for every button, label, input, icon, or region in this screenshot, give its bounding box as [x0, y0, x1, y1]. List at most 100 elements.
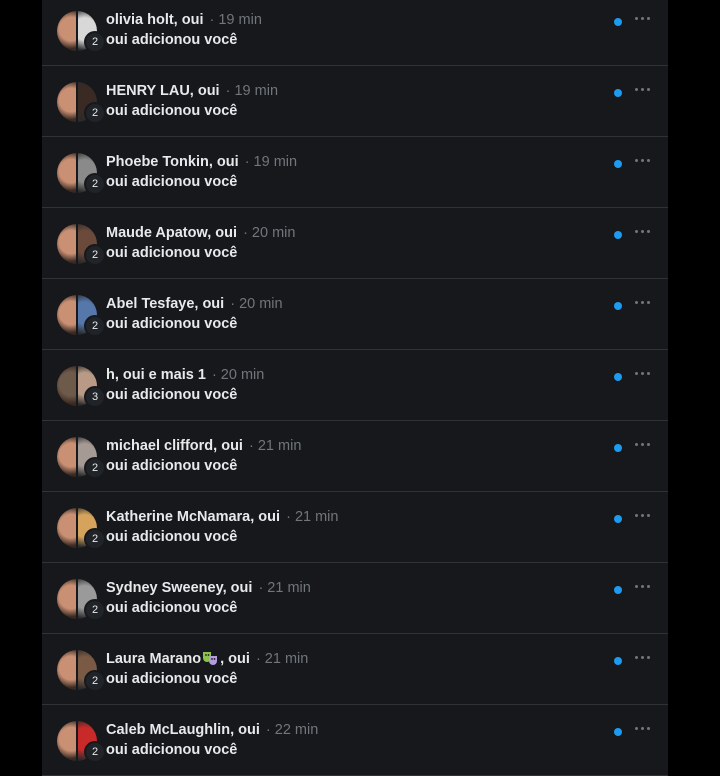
- group-name[interactable]: Katherine McNamara, oui: [106, 509, 280, 525]
- notification-row[interactable]: 2 Laura Marano , oui · 21 min oui adicion…: [42, 634, 668, 705]
- avatar-left: [57, 508, 77, 548]
- avatar-divider: [76, 82, 78, 122]
- unread-dot-icon: [614, 728, 622, 736]
- group-name[interactable]: HENRY LAU, oui: [106, 83, 220, 99]
- avatar-divider: [76, 366, 78, 406]
- notification-row[interactable]: 3 h, oui e mais 1 · 20 min oui adicionou…: [42, 350, 668, 421]
- notification-message: oui adicionou você: [106, 316, 238, 332]
- notification-message: oui adicionou você: [106, 32, 238, 48]
- member-count-badge: 2: [84, 457, 106, 479]
- avatar-left: [57, 366, 77, 406]
- avatar-left: [57, 153, 77, 193]
- group-name[interactable]: h, oui e mais 1: [106, 367, 206, 383]
- unread-dot-icon: [614, 657, 622, 665]
- more-horizontal-icon[interactable]: [632, 435, 654, 453]
- unread-dot-icon: [614, 515, 622, 523]
- notification-title: michael clifford, oui · 21 min: [106, 438, 301, 454]
- notification-title: Maude Apatow, oui · 20 min: [106, 225, 295, 241]
- unread-dot-icon: [614, 444, 622, 452]
- notification-message: oui adicionou você: [106, 671, 238, 687]
- group-name-part: Laura Marano: [106, 651, 202, 667]
- notification-message: oui adicionou você: [106, 174, 238, 190]
- timestamp: · 22 min: [265, 722, 319, 738]
- theater-masks-emoji: [203, 652, 218, 665]
- timestamp: · 20 min: [211, 367, 265, 383]
- notification-row[interactable]: 2 Katherine McNamara, oui · 21 min oui a…: [42, 492, 668, 563]
- group-name[interactable]: Maude Apatow, oui: [106, 225, 237, 241]
- notification-title: Phoebe Tonkin, oui · 19 min: [106, 154, 297, 170]
- group-name[interactable]: Caleb McLaughlin, oui: [106, 722, 260, 738]
- more-horizontal-icon[interactable]: [632, 293, 654, 311]
- more-horizontal-icon[interactable]: [632, 222, 654, 240]
- avatar-left: [57, 650, 77, 690]
- avatar-left: [57, 437, 77, 477]
- member-count-badge: 2: [84, 670, 106, 692]
- timestamp: · 20 min: [243, 225, 296, 241]
- avatar-divider: [76, 650, 78, 690]
- timestamp: · 21 min: [255, 651, 309, 667]
- member-count-badge: 2: [84, 244, 106, 266]
- avatar-divider: [76, 579, 78, 619]
- member-count-badge: 2: [84, 102, 106, 124]
- timestamp: · 21 min: [249, 438, 302, 454]
- group-name[interactable]: Sydney Sweeney, oui: [106, 580, 252, 596]
- notification-row[interactable]: 2 Caleb McLaughlin, oui · 22 min oui adi…: [42, 705, 668, 776]
- notification-message: oui adicionou você: [106, 458, 238, 474]
- more-horizontal-icon[interactable]: [632, 506, 654, 524]
- notification-row[interactable]: 2 Abel Tesfaye, oui · 20 min oui adicion…: [42, 279, 668, 350]
- unread-dot-icon: [614, 18, 622, 26]
- unread-dot-icon: [614, 373, 622, 381]
- avatar-divider: [76, 224, 78, 264]
- unread-dot-icon: [614, 586, 622, 594]
- group-name[interactable]: Phoebe Tonkin, oui: [106, 154, 239, 170]
- timestamp: · 20 min: [230, 296, 283, 312]
- notification-row[interactable]: 2 Sydney Sweeney, oui · 21 min oui adici…: [42, 563, 668, 634]
- avatar-divider: [76, 721, 78, 761]
- timestamp: · 19 min: [225, 83, 279, 99]
- more-horizontal-icon[interactable]: [632, 80, 654, 98]
- notification-title: Katherine McNamara, oui · 21 min: [106, 509, 338, 525]
- timestamp: · 21 min: [286, 509, 339, 525]
- notification-row[interactable]: 2 Phoebe Tonkin, oui · 19 min oui adicio…: [42, 137, 668, 208]
- group-name-part: , oui: [220, 651, 250, 667]
- notification-title: h, oui e mais 1 · 20 min: [106, 367, 264, 383]
- notification-title: Sydney Sweeney, oui · 21 min: [106, 580, 311, 596]
- group-name[interactable]: olivia holt, oui: [106, 12, 203, 28]
- unread-dot-icon: [614, 89, 622, 97]
- unread-dot-icon: [614, 302, 622, 310]
- avatar-left: [57, 295, 77, 335]
- avatar-left: [57, 721, 77, 761]
- group-name[interactable]: Laura Marano , oui: [106, 651, 250, 667]
- avatar-left: [57, 579, 77, 619]
- member-count-badge: 2: [84, 599, 106, 621]
- unread-dot-icon: [614, 160, 622, 168]
- notification-row[interactable]: 2 HENRY LAU, oui · 19 min oui adicionou …: [42, 66, 668, 137]
- more-horizontal-icon[interactable]: [632, 719, 654, 737]
- notification-title: Laura Marano , oui · 21 min: [106, 651, 308, 667]
- timestamp: · 19 min: [209, 12, 262, 28]
- more-horizontal-icon[interactable]: [632, 648, 654, 666]
- notification-row[interactable]: 2 olivia holt, oui · 19 min oui adiciono…: [42, 0, 668, 66]
- member-count-badge: 2: [84, 31, 106, 53]
- more-horizontal-icon[interactable]: [632, 151, 654, 169]
- more-horizontal-icon[interactable]: [632, 577, 654, 595]
- notification-title: Abel Tesfaye, oui · 20 min: [106, 296, 283, 312]
- group-name[interactable]: Abel Tesfaye, oui: [106, 296, 224, 312]
- notification-message: oui adicionou você: [106, 529, 238, 545]
- unread-dot-icon: [614, 231, 622, 239]
- member-count-badge: 2: [84, 173, 106, 195]
- avatar-left: [57, 82, 77, 122]
- avatar-divider: [76, 153, 78, 193]
- more-horizontal-icon[interactable]: [632, 364, 654, 382]
- group-name[interactable]: michael clifford, oui: [106, 438, 243, 454]
- more-horizontal-icon[interactable]: [632, 9, 654, 27]
- notification-message: oui adicionou você: [106, 600, 238, 616]
- avatar-divider: [76, 295, 78, 335]
- notification-row[interactable]: 2 michael clifford, oui · 21 min oui adi…: [42, 421, 668, 492]
- timestamp: · 21 min: [258, 580, 311, 596]
- member-count-badge: 2: [84, 528, 106, 550]
- notification-message: oui adicionou você: [106, 245, 238, 261]
- notification-message: oui adicionou você: [106, 742, 238, 758]
- notification-message: oui adicionou você: [106, 387, 238, 403]
- notification-row[interactable]: 2 Maude Apatow, oui · 20 min oui adicion…: [42, 208, 668, 279]
